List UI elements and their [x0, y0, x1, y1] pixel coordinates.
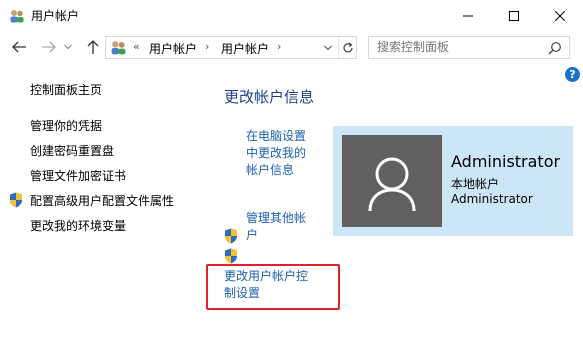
forward-button[interactable] — [39, 37, 59, 57]
uac-shield-icon — [224, 228, 238, 244]
link-line: 帐户信息 — [246, 163, 295, 177]
user-silhouette-icon — [368, 157, 416, 212]
refresh-icon — [342, 42, 353, 52]
users-icon — [110, 39, 127, 56]
breadcrumb-overflow[interactable]: « — [133, 40, 140, 53]
maximize-icon — [509, 10, 519, 21]
sidebar-item-create-password-reset-disk[interactable]: 创建密码重置盘 — [30, 142, 114, 159]
users-icon — [9, 8, 25, 24]
arrow-up-icon — [87, 40, 99, 54]
minimize-icon — [463, 15, 473, 16]
close-button[interactable] — [537, 0, 583, 31]
sidebar-item-manage-credentials[interactable]: 管理你的凭据 — [30, 117, 102, 134]
address-bar[interactable]: « 用户帐户 › 用户帐户 › — [105, 36, 357, 59]
back-button[interactable] — [9, 37, 29, 57]
user-group: Administrator — [451, 192, 533, 206]
user-name: Administrator — [451, 152, 561, 171]
link-line: 在电脑设置 — [246, 129, 307, 143]
arrow-right-icon — [42, 41, 56, 53]
sidebar-item-change-environment-variables[interactable]: 更改我的环境变量 — [30, 217, 126, 234]
search-input[interactable] — [377, 40, 537, 54]
highlight-annotation — [206, 264, 340, 310]
link-change-account-in-pc-settings[interactable]: 在电脑设置 中更改我的 帐户信息 — [246, 128, 306, 179]
window-title: 用户帐户 — [31, 9, 80, 23]
search-icon[interactable] — [548, 41, 562, 55]
sidebar-item-advanced-profile-properties[interactable]: 配置高级用户配置文件属性 — [30, 192, 174, 209]
avatar — [342, 135, 442, 227]
chevron-down-icon — [324, 45, 332, 50]
navigation-bar: « 用户帐户 › 用户帐户 › — [0, 31, 583, 64]
sidebar-item-control-panel-home[interactable]: 控制面板主页 — [30, 81, 102, 98]
search-box[interactable] — [368, 36, 570, 59]
title-bar: 用户帐户 — [0, 0, 583, 31]
address-dropdown-button[interactable] — [320, 37, 336, 58]
arrow-left-icon — [12, 41, 26, 53]
close-icon — [555, 10, 565, 21]
chevron-right-icon[interactable]: › — [277, 40, 281, 53]
uac-shield-icon — [224, 248, 238, 264]
up-button[interactable] — [83, 37, 103, 57]
recent-locations-button[interactable] — [62, 37, 74, 57]
uac-shield-icon — [9, 192, 23, 208]
refresh-button[interactable] — [338, 37, 356, 58]
help-icon[interactable]: ? — [565, 67, 580, 82]
maximize-button[interactable] — [491, 0, 537, 31]
user-account-type: 本地帐户 — [451, 177, 500, 191]
minimize-button[interactable] — [445, 0, 491, 31]
page-title: 更改帐户信息 — [224, 88, 315, 106]
link-line: 中更改我的 — [246, 146, 307, 160]
link-line: 管理其他帐 — [246, 211, 307, 225]
breadcrumb-item[interactable]: 用户帐户 — [149, 40, 197, 57]
user-card: Administrator 本地帐户 Administrator — [333, 126, 573, 236]
link-line: 户 — [246, 228, 259, 242]
chevron-down-icon — [64, 44, 72, 50]
link-manage-other-accounts[interactable]: 管理其他帐 户 — [246, 210, 306, 244]
sidebar-item-manage-encryption-certificates[interactable]: 管理文件加密证书 — [30, 167, 126, 184]
breadcrumb-item[interactable]: 用户帐户 — [221, 40, 269, 57]
chevron-right-icon[interactable]: › — [205, 40, 209, 53]
